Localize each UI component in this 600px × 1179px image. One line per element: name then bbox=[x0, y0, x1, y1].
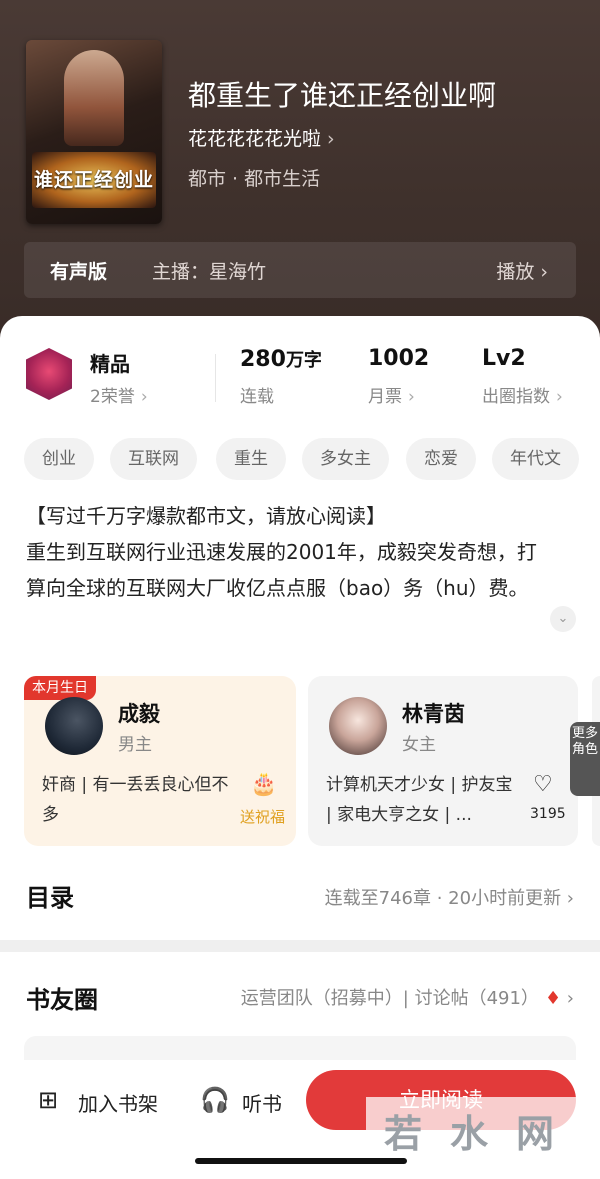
play-label: 播放 bbox=[496, 261, 535, 283]
tag-chip[interactable]: 互联网 bbox=[110, 438, 197, 480]
chevron-right-icon: › bbox=[327, 128, 335, 150]
audio-label: 有声版 bbox=[50, 261, 108, 283]
toc-status: 连载至746章 · 20小时前更新 bbox=[324, 888, 562, 909]
character-name: 林青茵 bbox=[402, 702, 465, 726]
reader-circle-link[interactable]: 运营团队（招募中）| 讨论帖（491） ♦ › bbox=[241, 984, 574, 1010]
listen-button[interactable]: 听书 bbox=[242, 1088, 282, 1117]
expand-synopsis-button[interactable]: ⌄ bbox=[550, 606, 576, 632]
play-button[interactable]: 播放 › bbox=[496, 257, 548, 284]
synopsis-body: 重生到互联网行业迅速发展的2001年，成毅突发奇想，打算向全球的互联网大厂收亿点… bbox=[26, 540, 537, 600]
synopsis-headline: 【写过千万字爆款都市文，请放心阅读】 bbox=[26, 504, 386, 528]
headphones-icon[interactable]: 🎧 bbox=[200, 1086, 230, 1114]
character-role: 男主 bbox=[118, 735, 152, 755]
quality-label: 精品 bbox=[90, 352, 130, 376]
character-description: 计算机天才少女 | 护友宝 | 家电大亨之女 | ... bbox=[326, 775, 513, 825]
toc-link[interactable]: 连载至746章 · 20小时前更新 › bbox=[325, 884, 574, 910]
author-name: 花花花花花光啦 bbox=[188, 128, 322, 150]
book-info-card bbox=[0, 316, 600, 940]
avatar bbox=[45, 697, 103, 755]
tag-chip[interactable]: 恋爱 bbox=[406, 438, 476, 480]
add-to-shelf-button[interactable]: 加入书架 bbox=[78, 1088, 158, 1117]
heart-icon[interactable]: ♡ bbox=[533, 772, 553, 797]
like-count: 3195 bbox=[530, 806, 566, 822]
send-wishes-button[interactable]: 送祝福 bbox=[240, 806, 285, 827]
tag-chip[interactable]: 多女主 bbox=[302, 438, 389, 480]
watermark: 若水网 bbox=[366, 1097, 600, 1179]
word-count: 280万字 bbox=[240, 347, 322, 372]
word-count-label: 连载 bbox=[240, 387, 274, 407]
tag-chip[interactable]: 重生 bbox=[216, 438, 286, 480]
reader-circle-info: 运营团队（招募中）| 讨论帖（491） bbox=[240, 988, 539, 1009]
monthly-tickets-link[interactable]: 月票 › bbox=[368, 382, 415, 407]
popularity-link[interactable]: 出圈指数 › bbox=[482, 382, 563, 407]
flame-icon: ♦ bbox=[544, 988, 562, 1009]
reader-circle-title: 书友圈 bbox=[26, 986, 98, 1014]
tag-chip[interactable]: 年代文 bbox=[492, 438, 579, 480]
avatar bbox=[329, 697, 387, 755]
book-title: 都重生了谁还正经创业啊 bbox=[188, 79, 497, 112]
monthly-tickets-label: 月票 bbox=[368, 387, 402, 407]
more-characters-button[interactable]: 更多角色 bbox=[570, 722, 600, 796]
cover-illustration bbox=[64, 50, 124, 146]
section-divider bbox=[0, 940, 600, 952]
home-indicator bbox=[195, 1158, 407, 1164]
stats-divider bbox=[215, 354, 216, 402]
monthly-tickets: 1002 bbox=[368, 346, 430, 371]
character-role: 女主 bbox=[402, 735, 436, 755]
synopsis: 【写过千万字爆款都市文，请放心阅读】 重生到互联网行业迅速发展的2001年，成毅… bbox=[26, 498, 556, 606]
birthday-badge: 本月生日 bbox=[24, 676, 96, 700]
honors-count: 2荣誉 bbox=[90, 387, 135, 407]
honors-link[interactable]: 2荣誉 › bbox=[90, 382, 148, 407]
character-description: 奸商 | 有一丢丢良心但不多 bbox=[42, 775, 229, 825]
cake-icon[interactable]: 🎂 bbox=[250, 772, 277, 797]
character-name: 成毅 bbox=[118, 702, 160, 726]
book-genre: 都市 · 都市生活 bbox=[188, 168, 321, 190]
book-cover[interactable]: 谁还正经创业啊 bbox=[26, 40, 162, 224]
toc-title: 目录 bbox=[26, 884, 74, 912]
popularity-level: Lv2 bbox=[482, 346, 526, 371]
popularity-label: 出圈指数 bbox=[482, 387, 550, 407]
audio-version-bar[interactable]: 有声版 主播：星海竹 播放 › bbox=[24, 242, 576, 298]
cover-title-art: 谁还正经创业啊 bbox=[32, 152, 156, 208]
add-to-shelf-icon[interactable]: ⊞ bbox=[38, 1086, 58, 1114]
tag-chip[interactable]: 创业 bbox=[24, 438, 94, 480]
audio-host: 主播：星海竹 bbox=[152, 261, 267, 283]
author-link[interactable]: 花花花花花光啦 › bbox=[188, 124, 335, 151]
